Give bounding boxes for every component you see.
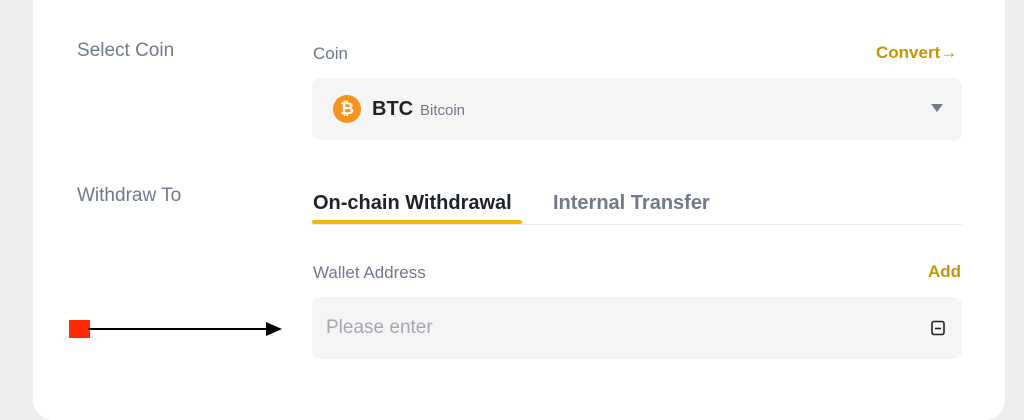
wallet-address-field[interactable]: [312, 297, 962, 359]
select-coin-label: Select Coin: [77, 40, 175, 61]
coin-symbol: BTC: [372, 98, 414, 120]
wallet-address-label: Wallet Address: [313, 263, 426, 282]
bitcoin-icon: ₿: [333, 95, 361, 123]
coin-name: Bitcoin: [420, 102, 466, 119]
annotation-marker: [69, 320, 90, 338]
add-address-link[interactable]: Add: [928, 262, 961, 282]
caret-down-icon[interactable]: [931, 104, 943, 112]
tabs-divider: [312, 224, 962, 225]
address-book-icon[interactable]: [930, 320, 946, 336]
coin-select[interactable]: ₿ BTC Bitcoin: [312, 78, 962, 140]
arrow-right-icon: [88, 322, 282, 336]
tab-internal-transfer[interactable]: Internal Transfer: [553, 192, 710, 215]
tab-on-chain-withdrawal[interactable]: On-chain Withdrawal: [313, 192, 512, 215]
wallet-address-input[interactable]: [326, 297, 906, 359]
withdraw-to-label: Withdraw To: [77, 185, 182, 206]
coin-field-label: Coin: [313, 44, 348, 63]
convert-link[interactable]: Convert→: [876, 43, 957, 63]
